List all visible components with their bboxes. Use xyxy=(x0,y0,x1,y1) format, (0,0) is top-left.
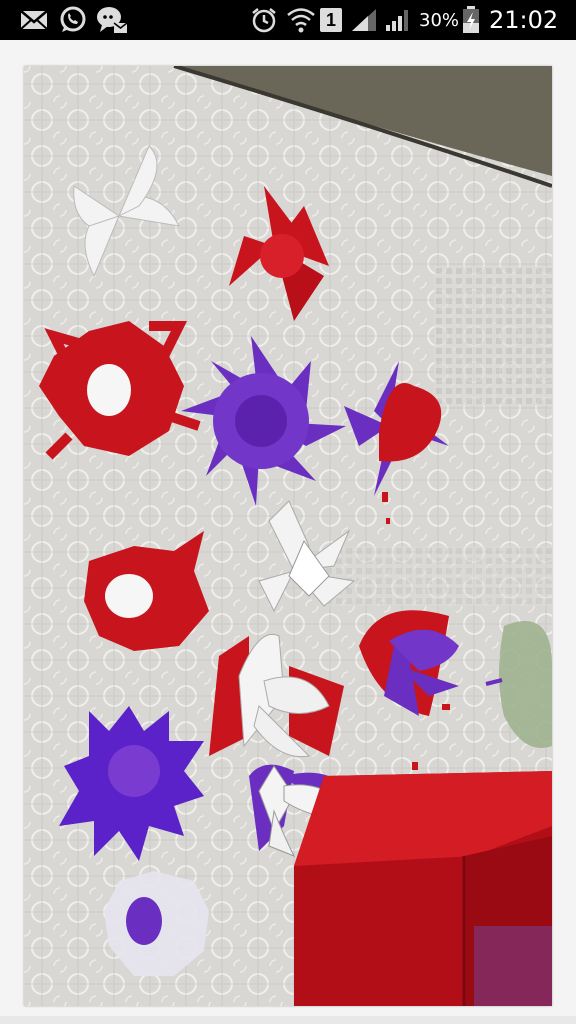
whatsapp-icon xyxy=(58,6,88,34)
wifi-icon xyxy=(286,6,316,34)
alarm-icon xyxy=(250,6,278,34)
sim-icon: 1 xyxy=(320,6,342,34)
status-bar: 1 30% 21:02 xyxy=(0,0,576,40)
clock-time: 21:02 xyxy=(489,6,559,34)
paper-flowers-photo[interactable] xyxy=(24,66,552,1006)
sim-slot-label: 1 xyxy=(320,8,342,32)
bottom-edge xyxy=(0,1016,576,1024)
battery-icon xyxy=(462,6,480,34)
image-viewer xyxy=(0,40,576,1024)
mail-icon xyxy=(20,6,48,34)
battery-percent: 30% xyxy=(419,10,460,31)
chat-icon xyxy=(96,6,128,34)
signal-icon xyxy=(350,6,378,34)
signal-icon-2 xyxy=(384,6,412,34)
